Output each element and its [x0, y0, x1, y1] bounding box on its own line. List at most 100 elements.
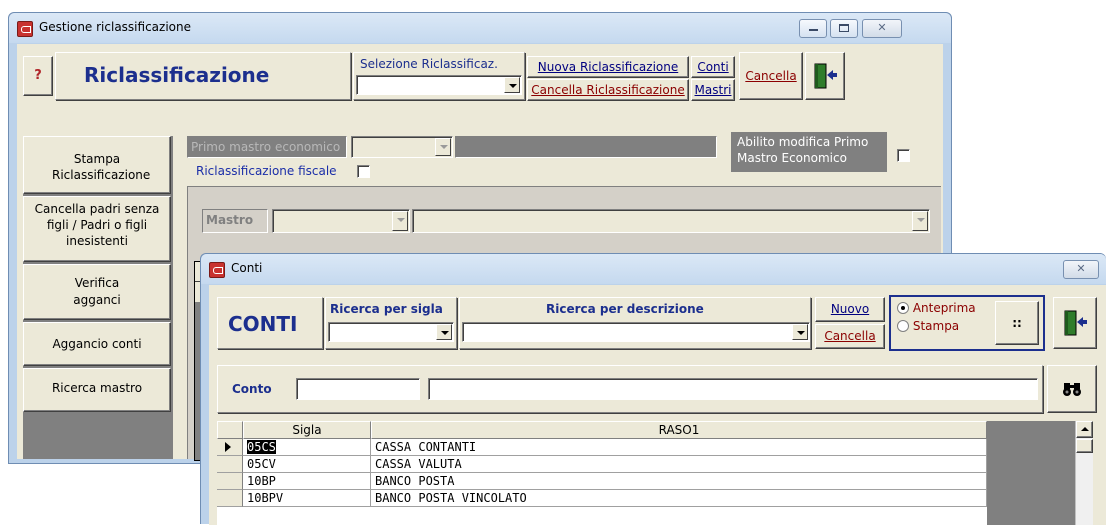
ricerca-descrizione-label: Ricerca per descrizione [546, 302, 704, 316]
cancella-label: Cancella [745, 69, 797, 83]
conto-descrizione-input[interactable] [428, 378, 1038, 400]
abilito-checkbox[interactable] [897, 149, 910, 162]
conti-title-box: CONTI [217, 297, 323, 349]
sidebar-item-cancella-padri[interactable]: Cancella padri senza figli / Padri o fig… [23, 196, 171, 262]
conti-cancella-button[interactable]: Cancella [815, 324, 885, 349]
maximize-icon [839, 24, 849, 32]
riclassificazione-fiscale-checkbox[interactable] [357, 165, 370, 178]
row-header [217, 456, 243, 473]
selezione-select[interactable] [356, 75, 522, 95]
chevron-down-icon [392, 211, 408, 231]
conti-cancella-label: Cancella [824, 329, 876, 343]
header-panel: ? Riclassificazione Selezione Riclassifi… [23, 50, 845, 124]
mastro-label: Mastro [202, 209, 268, 233]
conti-client-area: CONTI Ricerca per sigla Ricerca per desc… [209, 285, 1106, 525]
grid-corner-header [217, 421, 243, 439]
sidebar-item-label: Verifica agganci [73, 276, 121, 307]
chevron-down-icon [436, 324, 452, 340]
nuovo-label: Nuovo [830, 302, 870, 316]
vertical-scrollbar[interactable] [1075, 421, 1093, 525]
sidebar-item-stampa[interactable]: Stampa Riclassificazione [23, 136, 171, 194]
conto-search-box: Conto [217, 365, 1043, 413]
sidebar-item-ricerca-mastro[interactable]: Ricerca mastro [23, 368, 171, 412]
scroll-thumb[interactable] [1076, 439, 1093, 453]
conti-title: CONTI [228, 312, 298, 336]
output-options-box: Anteprima Stampa :: [889, 295, 1045, 351]
conti-button[interactable]: Conti [691, 56, 735, 78]
table-row-raso1[interactable]: CASSA VALUTA [371, 456, 987, 473]
chevron-up-icon [1081, 427, 1089, 431]
conto-sigla-input[interactable] [296, 378, 420, 400]
stampa-label: Stampa [912, 319, 960, 333]
sidebar-item-label: Cancella padri senza figli / Padri o fig… [34, 202, 160, 248]
conti-window-title: Conti [231, 261, 263, 275]
minimize-button[interactable] [799, 19, 827, 38]
page-title: Riclassificazione [84, 63, 270, 87]
sidebar-item-verifica[interactable]: Verifica agganci [23, 264, 171, 320]
sidebar-item-aggancio-conti[interactable]: Aggancio conti [23, 322, 171, 366]
maximize-button[interactable] [830, 19, 858, 38]
conti-titlebar[interactable]: Conti ✕ [201, 254, 1106, 284]
cancella-button[interactable]: Cancella [739, 52, 803, 100]
primo-mastro-field[interactable]: Primo mastro economico [187, 136, 347, 158]
table-row-raso1[interactable]: BANCO POSTA VINCOLATO [371, 490, 987, 507]
table-row-sigla[interactable]: 10BP [243, 473, 371, 490]
nuovo-button[interactable]: Nuovo [815, 297, 885, 322]
radio-unchecked-icon [897, 320, 909, 332]
ricerca-descrizione-box: Ricerca per descrizione [459, 297, 811, 349]
anteprima-label: Anteprima [912, 301, 976, 315]
row-pointer-icon [225, 442, 231, 452]
sidebar-item-label: Ricerca mastro [51, 381, 143, 395]
exit-door-icon [1064, 310, 1087, 336]
row-header [217, 473, 243, 490]
stampa-radio[interactable]: Stampa [897, 319, 959, 333]
conti-grid: Sigla RASO1 05CS CASSA CONTANTI 05CV CAS… [217, 421, 1093, 525]
table-row-sigla[interactable]: 05CV [243, 456, 371, 473]
ricerca-sigla-label: Ricerca per sigla [330, 302, 443, 316]
selected-cell-text: 05CS [247, 440, 276, 454]
radio-checked-icon [897, 302, 909, 314]
cancella-riclassificazione-button[interactable]: Cancella Riclassificazione [527, 79, 689, 101]
mastri-label: Mastri [694, 83, 732, 97]
mastro-description-select[interactable] [412, 209, 930, 233]
sidebar: Stampa Riclassificazione Cancella padri … [23, 136, 173, 459]
exit-button[interactable] [805, 52, 845, 100]
header-title-box: Riclassificazione [55, 52, 351, 100]
selezione-label: Selezione Riclassificaz. [360, 57, 498, 71]
anteprima-radio[interactable]: Anteprima [897, 301, 976, 315]
row-header [217, 490, 243, 507]
app-icon [209, 262, 225, 278]
close-button[interactable]: ✕ [862, 19, 902, 38]
conti-close-button[interactable]: ✕ [1063, 260, 1099, 279]
search-button[interactable] [1047, 365, 1097, 413]
chevron-down-icon [435, 138, 451, 156]
grid-header-sigla[interactable]: Sigla [243, 421, 371, 439]
mastro-select[interactable] [272, 209, 410, 233]
riclassificazione-fiscale-label: Riclassificazione fiscale [196, 164, 337, 178]
grid-header-raso1[interactable]: RASO1 [371, 421, 987, 439]
nuova-riclassificazione-label: Nuova Riclassificazione [537, 60, 679, 74]
table-row-sigla[interactable]: 10BPV [243, 490, 371, 507]
print-options-button[interactable]: :: [995, 301, 1039, 345]
conti-exit-button[interactable] [1053, 297, 1097, 349]
conto-label: Conto [232, 382, 272, 396]
scroll-up-button[interactable] [1076, 421, 1093, 438]
ricerca-descrizione-select[interactable] [462, 322, 810, 342]
close-icon: ✕ [877, 21, 887, 34]
ricerca-sigla-select[interactable] [328, 322, 454, 342]
mastri-button[interactable]: Mastri [691, 79, 735, 101]
table-row-raso1[interactable]: BANCO POSTA [371, 473, 987, 490]
chevron-down-icon[interactable] [504, 77, 520, 93]
chevron-down-icon [912, 211, 928, 231]
table-row-sigla[interactable]: 05CS [243, 439, 371, 456]
sidebar-item-label: Aggancio conti [52, 337, 142, 351]
table-row-raso1[interactable]: CASSA CONTANTI [371, 439, 987, 456]
binoculars-icon [1063, 383, 1081, 396]
close-icon: ✕ [1076, 262, 1086, 275]
primo-mastro-select[interactable] [351, 136, 453, 158]
help-button[interactable]: ? [23, 56, 53, 96]
sidebar-item-label: Stampa Riclassificazione [52, 152, 151, 182]
nuova-riclassificazione-button[interactable]: Nuova Riclassificazione [527, 56, 689, 78]
minimize-icon [808, 29, 818, 31]
main-titlebar[interactable]: Gestione riclassificazione ✕ [9, 13, 951, 43]
